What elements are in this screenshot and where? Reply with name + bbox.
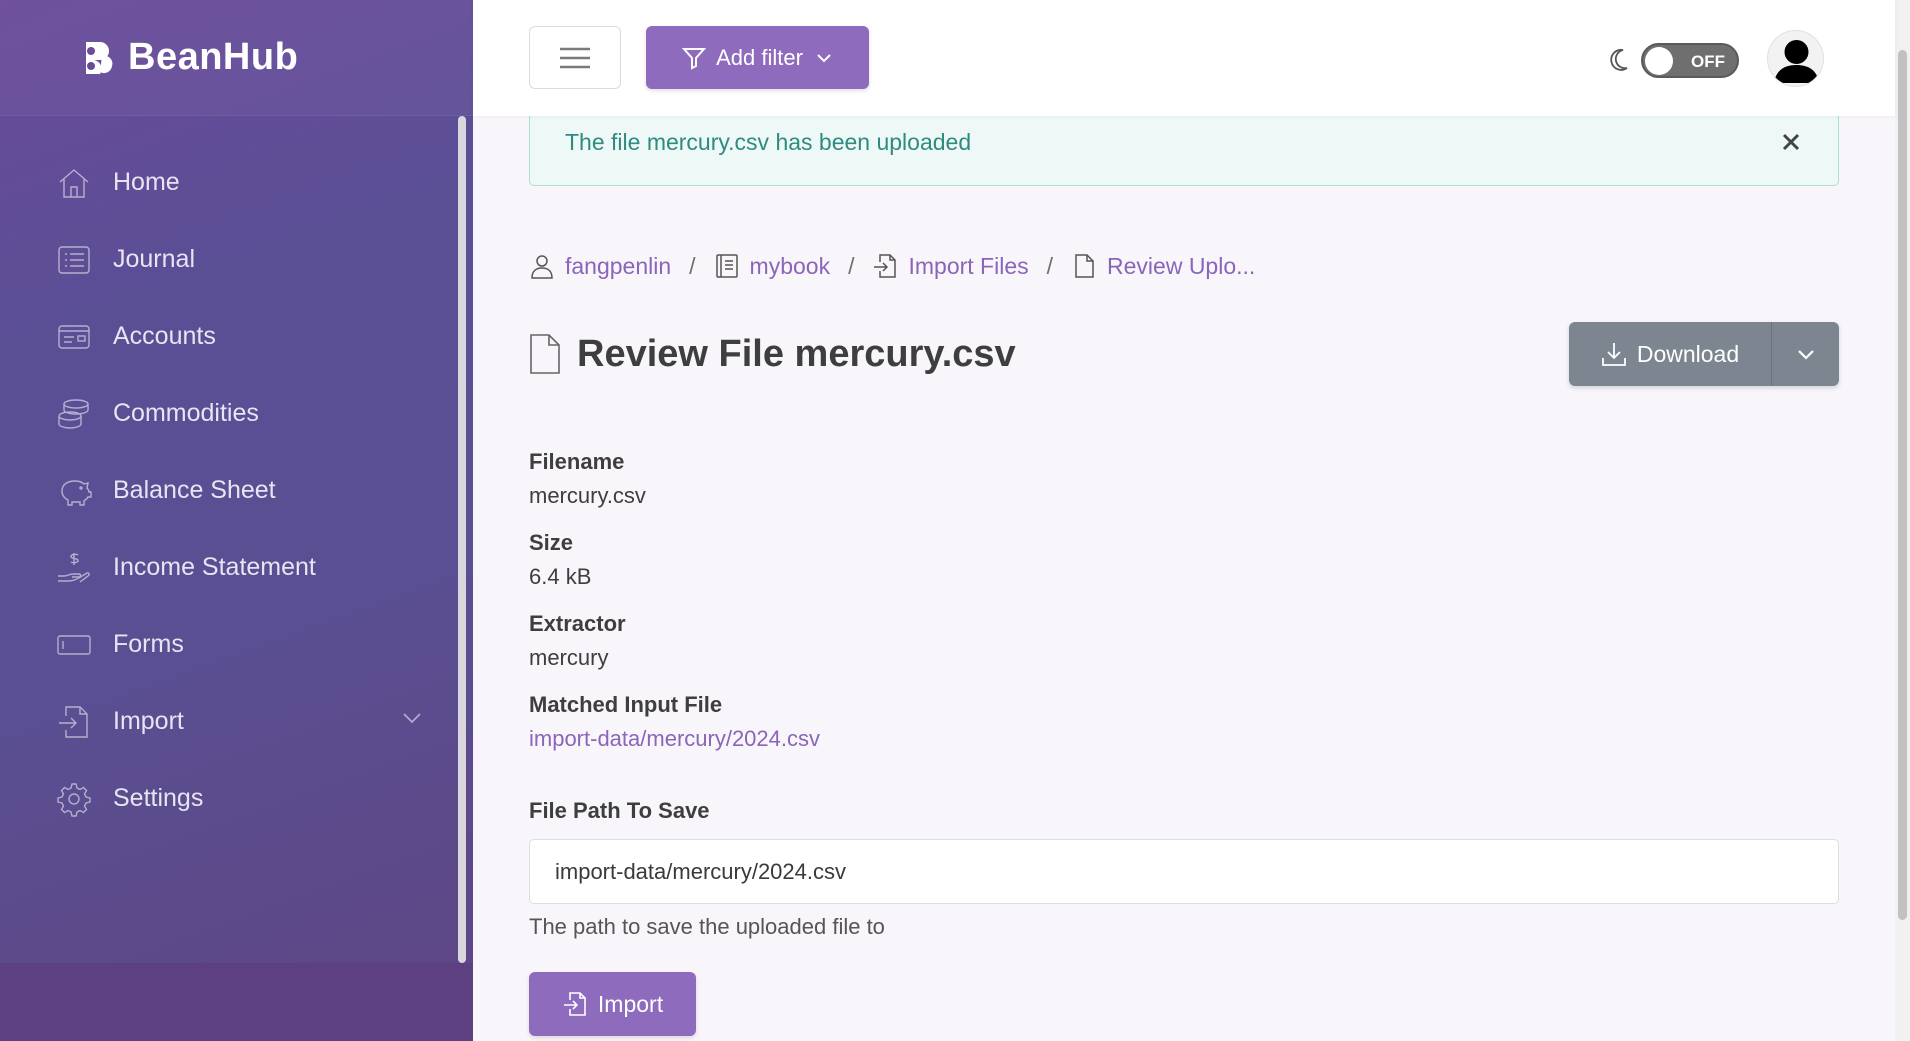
brand[interactable]: BeanHub [0,0,473,116]
add-filter-label: Add filter [716,44,803,70]
sidebar-item-import[interactable]: Import [0,683,473,760]
breadcrumb-separator: / [689,252,696,279]
extractor-label: Extractor [529,611,626,636]
brand-name: BeanHub [128,36,299,78]
extractor-value: mercury [529,645,609,670]
size-label: Size [529,530,574,555]
page-heading: Review File mercury.csv [529,329,1016,379]
sidebar-item-income-statement[interactable]: Income Statement [0,529,473,606]
sidebar-item-label: Accounts [113,322,216,350]
file-icon [530,334,560,374]
add-filter-button[interactable]: Add filter [646,26,869,89]
sidebar: BeanHub Home Journal Accounts Commoditie… [0,0,473,1041]
filter-icon [682,47,707,70]
menu-toggle-button[interactable] [529,26,621,89]
alert-message: The file mercury.csv has been uploaded [565,129,972,155]
sidebar-item-label: Import [113,707,184,735]
gear-icon [55,780,93,818]
import-button[interactable]: Import [529,972,696,1036]
sidebar-item-accounts[interactable]: Accounts [0,298,473,375]
breadcrumb-current-label: Review Uplo... [1107,252,1256,279]
sidebar-item-home[interactable]: Home [0,144,473,221]
import-file-icon [563,992,586,1016]
list-icon [55,241,93,279]
file-details: Filename mercury.csv Size 6.4 kB Extract… [529,445,820,769]
download-dropdown-toggle[interactable] [1772,322,1839,386]
sidebar-item-label: Forms [113,630,184,658]
toggle-state: OFF [1691,52,1725,71]
download-button[interactable]: Download [1569,322,1772,386]
user-avatar-icon [1774,40,1819,83]
toggle-knob [1645,47,1673,75]
close-icon[interactable] [1779,130,1803,154]
file-path-input[interactable] [529,839,1839,904]
breadcrumb-import-files-label: Import Files [908,252,1029,279]
file-path-label: File Path To Save [529,798,710,823]
sidebar-item-commodities[interactable]: Commodities [0,375,473,452]
sidebar-item-label: Income Statement [113,553,316,581]
sidebar-footer [0,963,473,1041]
page-scrollbar[interactable] [1895,0,1910,1041]
hand-dollar-icon [55,549,93,587]
book-icon [715,254,738,278]
sidebar-item-label: Balance Sheet [113,476,276,504]
sidebar-nav: Home Journal Accounts Commodities Balanc… [0,116,473,837]
breadcrumb-current: Review Uplo... [1071,253,1255,280]
sidebar-item-label: Journal [113,245,195,273]
download-icon [1601,343,1626,366]
breadcrumb-book-label: mybook [749,252,831,279]
breadcrumb-import-files[interactable]: Import Files [872,252,1029,280]
sidebar-item-forms[interactable]: Forms [0,606,473,683]
piggy-bank-icon [55,472,93,510]
chevron-down-icon [817,53,831,62]
sidebar-item-balance-sheet[interactable]: Balance Sheet [0,452,473,529]
user-icon [531,255,553,279]
breadcrumb-user[interactable]: fangpenlin [529,253,671,280]
moon-icon [1608,47,1630,73]
breadcrumb-separator: / [848,252,855,279]
upload-success-alert: The file mercury.csv has been uploaded [529,106,1839,186]
chevron-down-icon [1797,350,1814,360]
import-file-icon [55,703,93,741]
import-file-icon [874,254,897,278]
page-title: Review File mercury.csv [577,332,1016,375]
size-value: 6.4 kB [529,564,592,589]
card-icon [55,318,93,356]
download-label: Download [1636,340,1740,367]
filename-value: mercury.csv [529,483,646,508]
download-button-group: Download [1569,322,1839,386]
sidebar-item-label: Home [113,168,180,196]
beanhub-logo-icon [86,41,113,74]
dark-mode-toggle[interactable]: OFF [1641,43,1739,78]
file-icon [1075,254,1094,278]
chevron-down-icon[interactable] [401,707,423,736]
sidebar-item-label: Commodities [113,399,259,427]
form-icon [55,626,93,664]
home-icon [55,164,93,202]
filename-label: Filename [529,449,625,474]
breadcrumb-separator: / [1046,252,1054,279]
breadcrumb-user-label: fangpenlin [565,252,672,279]
matched-input-file-link[interactable]: import-data/mercury/2024.csv [529,722,820,756]
breadcrumb: fangpenlin / mybook / Import Files / Rev… [529,246,1255,286]
coins-icon [55,395,93,433]
sidebar-scrollbar[interactable] [458,116,466,963]
sidebar-item-label: Settings [113,784,204,812]
matched-input-file-label: Matched Input File [529,692,723,717]
sidebar-item-journal[interactable]: Journal [0,221,473,298]
page-scrollbar-thumb[interactable] [1898,50,1907,920]
topbar: Add filter OFF [473,0,1895,116]
sidebar-item-settings[interactable]: Settings [0,760,473,837]
import-label: Import [597,990,664,1017]
hamburger-icon [560,47,590,68]
file-path-help: The path to save the uploaded file to [529,914,885,939]
breadcrumb-book[interactable]: mybook [714,252,831,280]
avatar[interactable] [1767,30,1824,87]
